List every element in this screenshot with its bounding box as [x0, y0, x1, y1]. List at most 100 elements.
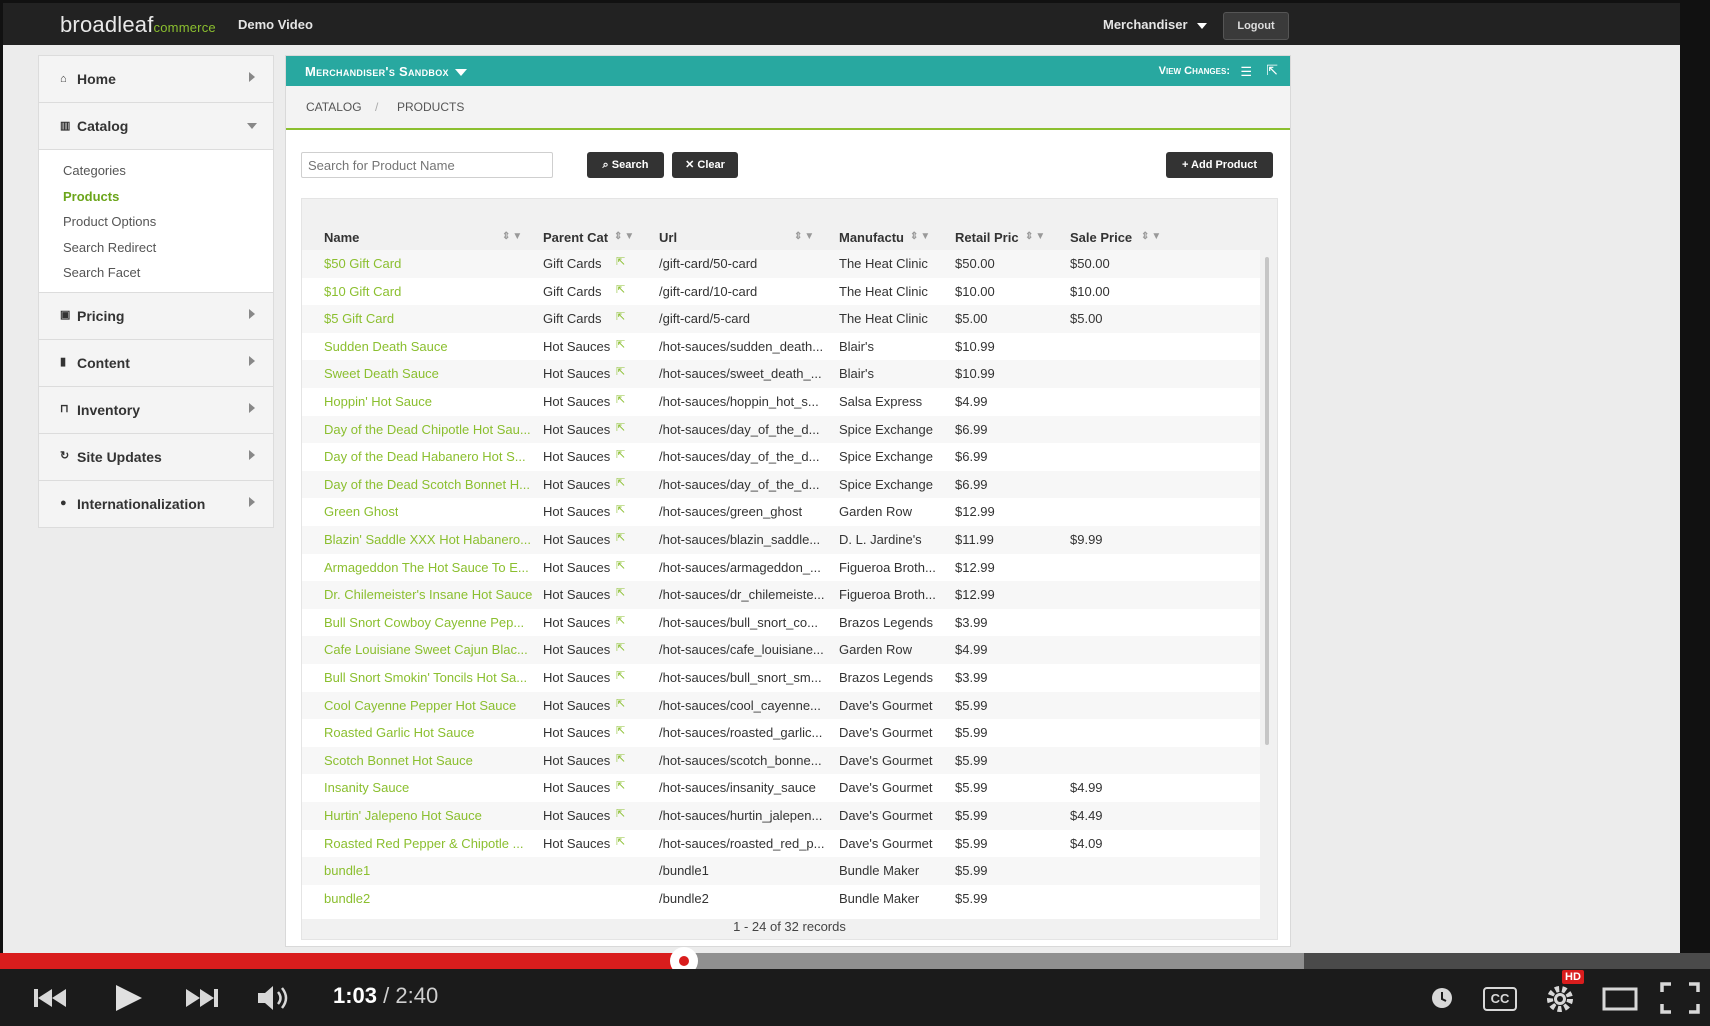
cell-name[interactable]: $10 Gift Card	[324, 284, 401, 299]
col-header-parent-cat[interactable]: Parent Cat	[543, 230, 608, 245]
col-header-sale-price[interactable]: Sale Price	[1070, 230, 1132, 245]
sort-filter-icon[interactable]: ⇕▼	[502, 231, 524, 242]
logout-button[interactable]: Logout	[1223, 12, 1289, 40]
cell-name[interactable]: Green Ghost	[324, 504, 398, 519]
cell-name[interactable]: Day of the Dead Chipotle Hot Sau...	[324, 422, 531, 437]
table-row[interactable]: $50 Gift Card Gift Cards ⇱ /gift-card/50-ca…	[302, 250, 1260, 278]
external-link-icon[interactable]: ⇱	[616, 310, 625, 323]
table-row[interactable]: Day of the Dead Chipotle Hot Sau... Hot S…	[302, 415, 1260, 444]
sort-filter-icon[interactable]: ⇕▼	[910, 231, 932, 242]
theater-mode-icon[interactable]	[1602, 987, 1638, 1011]
col-header-name[interactable]: Name	[324, 230, 359, 245]
external-link-icon[interactable]: ⇱	[616, 476, 625, 489]
sort-filter-icon[interactable]: ⇕▼	[614, 231, 636, 242]
table-row[interactable]: Roasted Red Pepper & Chipotle ... Hot Sau…	[302, 830, 1260, 858]
external-link-icon[interactable]: ⇱	[616, 807, 625, 820]
table-row[interactable]: Sweet Death Sauce Hot Sauces ⇱ /hot-sauces/…	[302, 360, 1260, 388]
table-row[interactable]: bundle1/bundle1 Bundle Maker $5.99	[302, 857, 1260, 885]
table-row[interactable]: Dr. Chilemeister's Insane Hot Sauce Hot S…	[302, 581, 1260, 609]
external-link-icon[interactable]: ⇱	[616, 448, 625, 461]
cell-name[interactable]: Sudden Death Sauce	[324, 339, 448, 354]
user-menu[interactable]: Merchandiser	[1103, 17, 1208, 32]
external-link-icon[interactable]: ⇱	[616, 559, 625, 572]
cell-name[interactable]: Cafe Louisiane Sweet Cajun Blac...	[324, 642, 528, 657]
cell-name[interactable]: $50 Gift Card	[324, 256, 401, 271]
external-link-icon[interactable]: ⇱	[616, 255, 625, 268]
col-header-manufacturer[interactable]: Manufactu	[839, 230, 904, 245]
table-row[interactable]: $5 Gift Card Gift Cards ⇱ /gift-card/5-card…	[302, 305, 1260, 333]
cell-name[interactable]: Hurtin' Jalepeno Hot Sauce	[324, 808, 482, 823]
external-link-icon[interactable]: ⇱	[616, 586, 625, 599]
external-link-icon[interactable]: ⇱	[616, 421, 625, 434]
table-row[interactable]: Sudden Death Sauce Hot Sauces ⇱ /hot-sauces…	[302, 333, 1260, 361]
sidebar-item-pricing[interactable]: ▣ Pricing	[38, 291, 274, 339]
sort-filter-icon[interactable]: ⇕▼	[1025, 231, 1047, 242]
external-link-icon[interactable]: ⇱	[616, 752, 625, 765]
cell-name[interactable]: Roasted Red Pepper & Chipotle ...	[324, 836, 523, 851]
cell-name[interactable]: Armageddon The Hot Sauce To E...	[324, 560, 529, 575]
cell-name[interactable]: Bull Snort Smokin' Toncils Hot Sa...	[324, 670, 527, 685]
table-row[interactable]: Bull Snort Smokin' Toncils Hot Sa... Hot …	[302, 664, 1260, 692]
submenu-products[interactable]: Products	[63, 184, 273, 210]
fullscreen-icon[interactable]	[1660, 982, 1700, 1014]
next-icon[interactable]	[184, 986, 220, 1010]
external-link-icon[interactable]: ⇱	[616, 669, 625, 682]
table-row[interactable]: Insanity Sauce Hot Sauces ⇱ /hot-sauces/ins…	[302, 774, 1260, 802]
search-button[interactable]: ⌕ Search	[587, 152, 664, 178]
cell-name[interactable]: Dr. Chilemeister's Insane Hot Sauce	[324, 587, 532, 602]
external-link-icon[interactable]: ⇱	[616, 724, 625, 737]
table-row[interactable]: $10 Gift Card Gift Cards ⇱ /gift-card/10-ca…	[302, 278, 1260, 306]
submenu-search-facet[interactable]: Search Facet	[63, 260, 273, 286]
submenu-search-redirect[interactable]: Search Redirect	[63, 235, 273, 261]
table-row[interactable]: Bull Snort Cowboy Cayenne Pep... Hot Sauc…	[302, 609, 1260, 637]
play-icon[interactable]	[114, 983, 144, 1013]
captions-icon[interactable]: CC	[1483, 987, 1517, 1011]
external-link-icon[interactable]: ⇱	[616, 338, 625, 351]
table-row[interactable]: Day of the Dead Habanero Hot S... Hot Sau…	[302, 443, 1260, 471]
search-input[interactable]	[301, 152, 553, 178]
external-link-icon[interactable]: ⇱	[616, 503, 625, 516]
watch-later-icon[interactable]	[1430, 986, 1454, 1010]
clear-button[interactable]: ✕ Clear	[672, 152, 738, 178]
add-product-button[interactable]: + Add Product	[1166, 152, 1273, 178]
previous-icon[interactable]	[34, 986, 70, 1010]
table-row[interactable]: Cafe Louisiane Sweet Cajun Blac... Hot Sa…	[302, 636, 1260, 664]
table-row[interactable]: Armageddon The Hot Sauce To E... Hot Sauc…	[302, 554, 1260, 582]
table-row[interactable]: bundle2/bundle2 Bundle Maker $5.99	[302, 885, 1260, 913]
cell-name[interactable]: Cool Cayenne Pepper Hot Sauce	[324, 698, 516, 713]
sort-filter-icon[interactable]: ⇕▼	[1141, 231, 1163, 242]
table-row[interactable]: Scotch Bonnet Hot Sauce Hot Sauces ⇱ /hot-s…	[302, 746, 1260, 775]
cell-name[interactable]: Insanity Sauce	[324, 780, 409, 795]
cell-name[interactable]: $5 Gift Card	[324, 311, 394, 326]
cell-name[interactable]: Sweet Death Sauce	[324, 366, 439, 381]
volume-icon[interactable]	[256, 984, 294, 1012]
list-icon[interactable]: ☰	[1240, 64, 1252, 80]
sidebar-item-catalog[interactable]: ▥ Catalog	[38, 102, 274, 149]
external-link-icon[interactable]: ⇱	[616, 365, 625, 378]
external-link-icon[interactable]: ⇱	[616, 283, 625, 296]
external-link-icon[interactable]: ⇱	[616, 614, 625, 627]
sidebar-item-content[interactable]: ▮ Content	[38, 338, 274, 386]
external-link-icon[interactable]: ⇱	[616, 641, 625, 654]
external-link-icon[interactable]: ⇱	[616, 835, 625, 848]
external-link-icon[interactable]: ⇱	[616, 697, 625, 710]
cell-name[interactable]: bundle1	[324, 863, 370, 878]
sandbox-selector[interactable]: Merchandiser's Sandbox	[305, 64, 467, 79]
sidebar-item-site-updates[interactable]: ↻ Site Updates	[38, 432, 274, 480]
cell-name[interactable]: Blazin' Saddle XXX Hot Habanero...	[324, 532, 531, 547]
table-row[interactable]: Hoppin' Hot Sauce Hot Sauces ⇱ /hot-sauces/…	[302, 388, 1260, 416]
col-header-url[interactable]: Url	[659, 230, 677, 245]
col-header-retail-price[interactable]: Retail Pric	[955, 230, 1019, 245]
external-link-icon[interactable]: ⇱	[1266, 62, 1278, 79]
table-row[interactable]: Hurtin' Jalepeno Hot Sauce Hot Sauces ⇱ /ho…	[302, 802, 1260, 830]
submenu-product-options[interactable]: Product Options	[63, 209, 273, 235]
external-link-icon[interactable]: ⇱	[616, 779, 625, 792]
sidebar-item-inventory[interactable]: ⊓ Inventory	[38, 385, 274, 433]
cell-name[interactable]: Day of the Dead Scotch Bonnet H...	[324, 477, 530, 492]
table-row[interactable]: Roasted Garlic Hot Sauce Hot Sauces ⇱ /hot-…	[302, 719, 1260, 747]
broadleaf-logo[interactable]: broadleafcommerce	[60, 12, 216, 38]
external-link-icon[interactable]: ⇱	[616, 393, 625, 406]
table-row[interactable]: Blazin' Saddle XXX Hot Habanero... Hot Sa…	[302, 526, 1260, 554]
cell-name[interactable]: bundle2	[324, 891, 370, 906]
cell-name[interactable]: Scotch Bonnet Hot Sauce	[324, 753, 473, 768]
